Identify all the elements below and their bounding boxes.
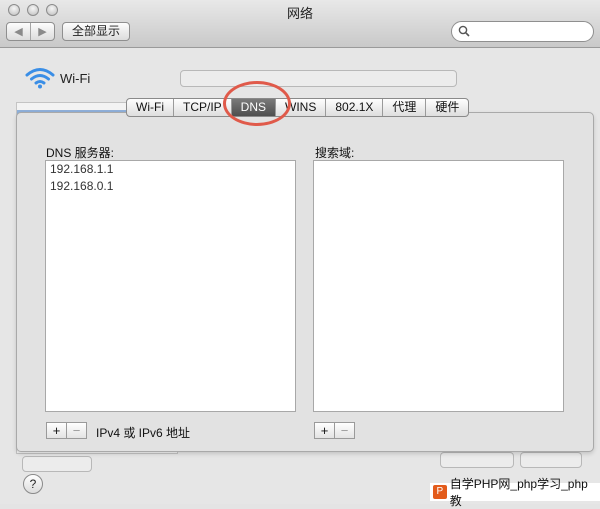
search-domains-list[interactable] <box>313 160 564 412</box>
tab-8021x[interactable]: 802.1X <box>325 99 382 116</box>
add-search-domain-button[interactable]: + <box>315 423 334 438</box>
remove-search-domain-button[interactable]: − <box>334 423 354 438</box>
advanced-button-ghost <box>440 452 514 468</box>
search-domains-label: 搜索域: <box>315 146 355 160</box>
forward-arrow-icon[interactable]: ▶ <box>30 23 54 40</box>
tab-wifi[interactable]: Wi-Fi <box>127 99 173 116</box>
add-remove-ghost <box>22 456 92 472</box>
window-title: 网络 <box>286 6 313 21</box>
search-field[interactable] <box>451 21 594 42</box>
remove-dns-server-button[interactable]: − <box>66 423 86 438</box>
dns-servers-label: DNS 服务器: <box>46 146 115 160</box>
show-all-button[interactable]: 全部显示 <box>62 22 130 41</box>
add-dns-server-button[interactable]: + <box>47 423 66 438</box>
back-arrow-icon[interactable]: ◀ <box>7 23 30 40</box>
highlight-ring <box>223 81 291 126</box>
wifi-icon <box>25 68 55 89</box>
location-popup-ghost <box>180 70 457 87</box>
tab-hardware[interactable]: 硬件 <box>425 99 468 116</box>
address-hint: IPv4 或 IPv6 地址 <box>96 426 191 440</box>
watermark: P 自学PHP网_php学习_php教 <box>430 477 600 508</box>
tab-tcpip[interactable]: TCP/IP <box>172 99 231 116</box>
interface-name: Wi-Fi <box>60 71 91 86</box>
tab-bar: Wi-Fi TCP/IP DNS WINS 802.1X 代理 硬件 <box>126 98 470 117</box>
list-item[interactable]: 192.168.1.1 <box>46 161 295 178</box>
back-forward-group: ◀ ▶ <box>6 22 55 41</box>
dns-servers-list[interactable]: 192.168.1.1 192.168.0.1 <box>45 160 296 412</box>
site-logo-icon: P <box>433 485 447 499</box>
search-icon <box>458 25 470 37</box>
help-button-ghost <box>520 452 582 468</box>
list-item[interactable]: 192.168.0.1 <box>46 178 295 195</box>
dns-servers-add-remove: + − <box>46 422 87 439</box>
search-domains-add-remove: + − <box>314 422 355 439</box>
title-toolbar: 网络 ◀ ▶ 全部显示 <box>0 0 600 48</box>
tab-proxy[interactable]: 代理 <box>382 99 425 116</box>
help-button[interactable]: ? <box>23 474 43 494</box>
